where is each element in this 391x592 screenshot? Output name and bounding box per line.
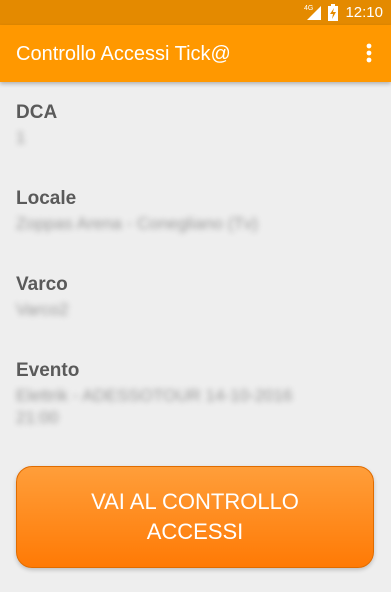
go-to-access-control-button[interactable]: VAI AL CONTROLLO ACCESSI <box>16 466 374 568</box>
field-label-locale: Locale <box>16 188 77 209</box>
more-vert-icon[interactable] <box>357 39 381 67</box>
field-value-varco: Varco2 <box>16 300 69 319</box>
status-bar: 4G 12:10 <box>0 0 391 25</box>
app-title: Controllo Accessi Tick@ <box>16 43 231 65</box>
status-time: 12:10 <box>345 4 383 21</box>
field-label-evento: Evento <box>16 360 80 381</box>
battery-charging-icon <box>328 4 338 21</box>
field-label-varco: Varco <box>16 274 68 295</box>
field-value-dca: 1 <box>16 128 26 147</box>
field-dca: DCA 1 <box>16 102 346 149</box>
network-type-label: 4G <box>304 5 313 12</box>
field-value-locale: Zoppas Arena - Conegliano (Tv) <box>16 214 258 233</box>
field-evento: Evento Elettrik - ADESSOTOUR 14-10-2016 … <box>16 360 336 429</box>
field-label-dca: DCA <box>16 102 58 123</box>
signal-4g-icon: 4G <box>304 5 321 20</box>
field-value-evento: Elettrik - ADESSOTOUR 14-10-2016 21:00 <box>16 386 293 427</box>
app-bar: Controllo Accessi Tick@ <box>0 25 391 82</box>
go-to-access-control-label: VAI AL CONTROLLO ACCESSI <box>91 489 299 544</box>
field-varco: Varco Varco2 <box>16 274 346 321</box>
field-locale: Locale Zoppas Arena - Conegliano (Tv) <box>16 188 346 235</box>
